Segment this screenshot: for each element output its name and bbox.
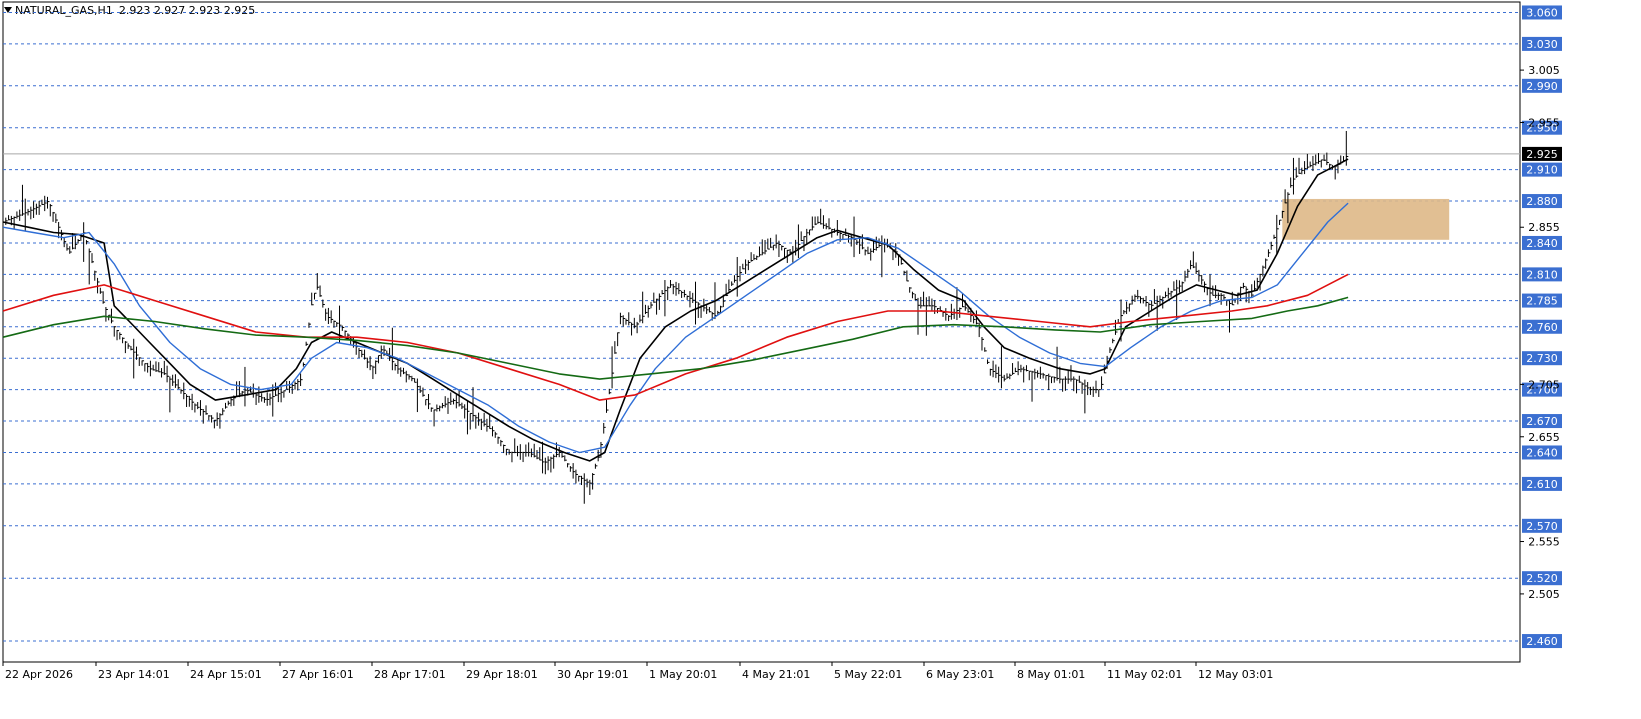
y-tick-label: 2.555 — [1528, 536, 1560, 549]
x-tick-label: 24 Apr 15:01 — [190, 668, 262, 681]
current-price-label: 2.925 — [1526, 148, 1558, 161]
x-tick-label: 27 Apr 16:01 — [282, 668, 354, 681]
supply-demand-zone[interactable] — [1282, 198, 1450, 240]
x-tick-label: 11 May 02:01 — [1107, 668, 1182, 681]
level-label: 2.670 — [1526, 415, 1558, 428]
level-label: 2.520 — [1526, 572, 1558, 585]
x-tick-label: 5 May 22:01 — [834, 668, 902, 681]
chart-window[interactable]: NATURAL_GAS,H1 2.923 2.927 2.923 2.925 3.… — [0, 0, 1641, 719]
y-tick-label: 2.655 — [1528, 431, 1560, 444]
level-label: 2.840 — [1526, 237, 1558, 250]
moving-average-line — [2, 158, 1349, 462]
level-label: 2.610 — [1526, 478, 1558, 491]
x-tick-label: 28 Apr 17:01 — [374, 668, 446, 681]
level-label: 2.730 — [1526, 352, 1558, 365]
level-label: 2.810 — [1526, 268, 1558, 281]
level-label: 2.760 — [1526, 321, 1558, 334]
level-label: 3.060 — [1526, 6, 1558, 19]
x-tick-label: 1 May 20:01 — [649, 668, 717, 681]
level-label: 2.570 — [1526, 520, 1558, 533]
level-label: 2.880 — [1526, 195, 1558, 208]
x-tick-label: 30 Apr 19:01 — [557, 668, 629, 681]
x-tick-label: 29 Apr 18:01 — [466, 668, 538, 681]
x-tick-label: 12 May 03:01 — [1198, 668, 1273, 681]
price-chart[interactable]: 3.0603.0302.9902.9502.9102.8802.8402.810… — [0, 0, 1641, 719]
y-tick-label: 2.705 — [1528, 378, 1560, 391]
level-label: 3.030 — [1526, 38, 1558, 51]
level-label: 2.785 — [1526, 295, 1558, 308]
x-tick-label: 23 Apr 14:01 — [98, 668, 170, 681]
y-tick-label: 2.505 — [1528, 588, 1560, 601]
x-tick-label: 8 May 01:01 — [1017, 668, 1085, 681]
x-tick-label: 6 May 23:01 — [926, 668, 994, 681]
y-tick-label: 2.955 — [1528, 116, 1560, 129]
level-label: 2.460 — [1526, 635, 1558, 648]
x-tick-label: 4 May 21:01 — [742, 668, 810, 681]
level-label: 2.990 — [1526, 80, 1558, 93]
level-label: 2.910 — [1526, 164, 1558, 177]
y-tick-label: 3.005 — [1528, 64, 1560, 77]
level-label: 2.640 — [1526, 446, 1558, 459]
y-tick-label: 2.855 — [1528, 221, 1560, 234]
moving-average-line — [2, 296, 1349, 380]
moving-average-line — [2, 202, 1349, 454]
x-tick-label: 22 Apr 2026 — [5, 668, 73, 681]
